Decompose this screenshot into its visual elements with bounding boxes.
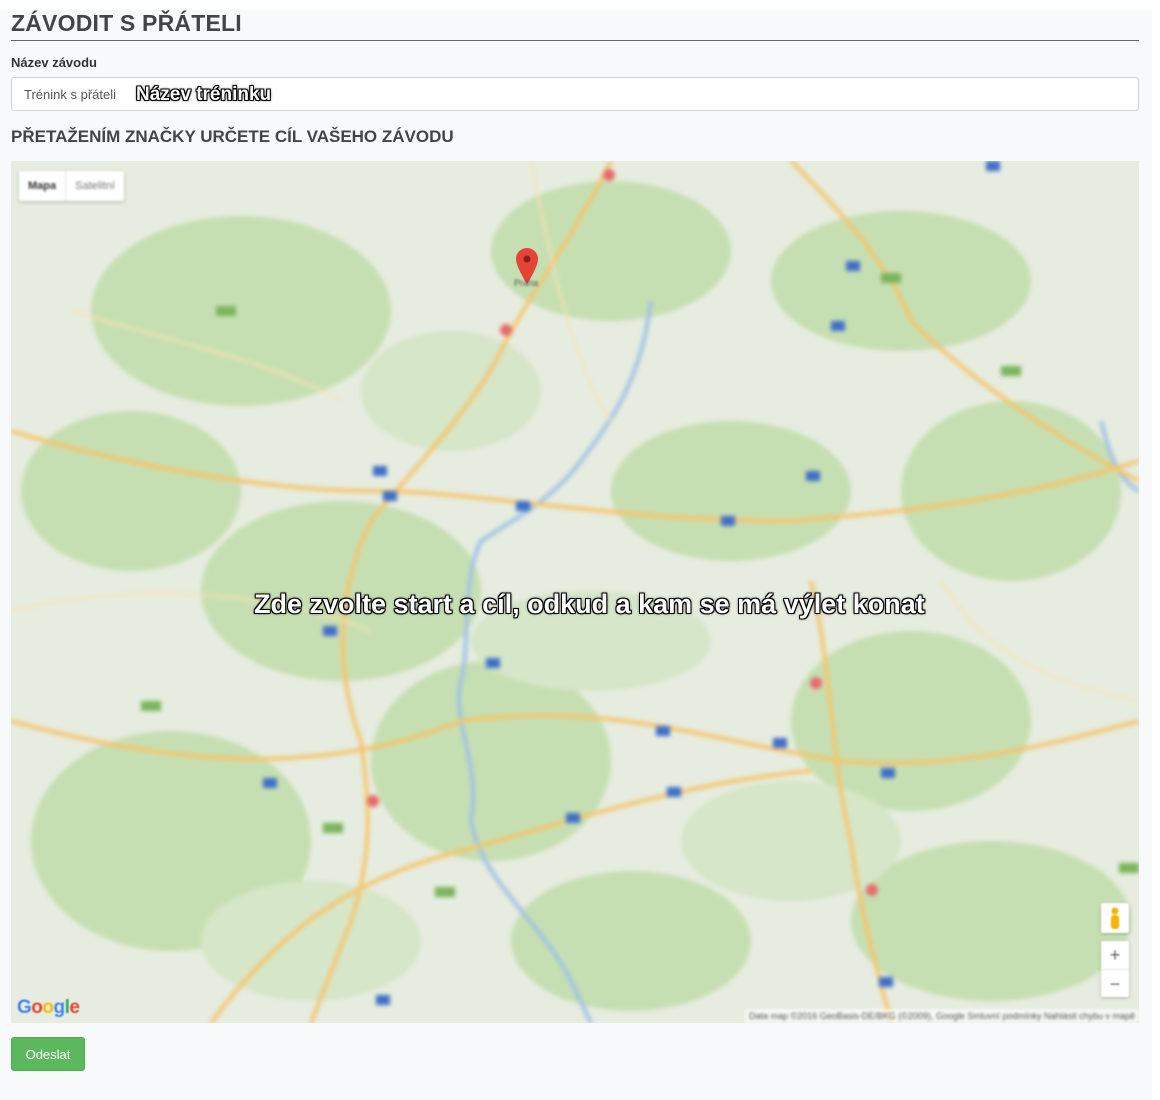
zoom-in-icon[interactable]: +	[1101, 941, 1129, 970]
map-heading: PŘETAŽENÍM ZNAČKY URČETE CÍL VAŠEHO ZÁVO…	[11, 127, 454, 146]
race-name-label: Název závodu	[11, 55, 97, 70]
page-title: ZÁVODIT S PŘÁTELI	[11, 10, 242, 36]
map-type-control: Mapa Satelitní	[19, 171, 124, 201]
map-type-map[interactable]: Mapa	[19, 171, 65, 201]
map-attribution[interactable]: Data map ©2016 GeoBasis-DE/BKG (©2009), …	[745, 1009, 1139, 1023]
race-name-annotation: Název tréninku	[136, 84, 272, 105]
zoom-out-icon[interactable]: −	[1101, 970, 1129, 998]
title-divider	[11, 40, 1139, 41]
google-logo: Google	[17, 997, 80, 1018]
route-map[interactable]: Mapa Satelitní Praha Zde zvolte start a …	[11, 161, 1139, 1023]
map-type-satellite[interactable]: Satelitní	[65, 171, 124, 201]
pegman-control[interactable]	[1101, 903, 1129, 933]
marker-label: Praha	[513, 278, 539, 288]
zoom-control: + −	[1101, 941, 1129, 997]
map-instruction-overlay: Zde zvolte start a cíl, odkud a kam se m…	[254, 589, 925, 619]
pegman-icon	[1111, 907, 1119, 929]
submit-button[interactable]: Odeslat	[11, 1037, 85, 1071]
